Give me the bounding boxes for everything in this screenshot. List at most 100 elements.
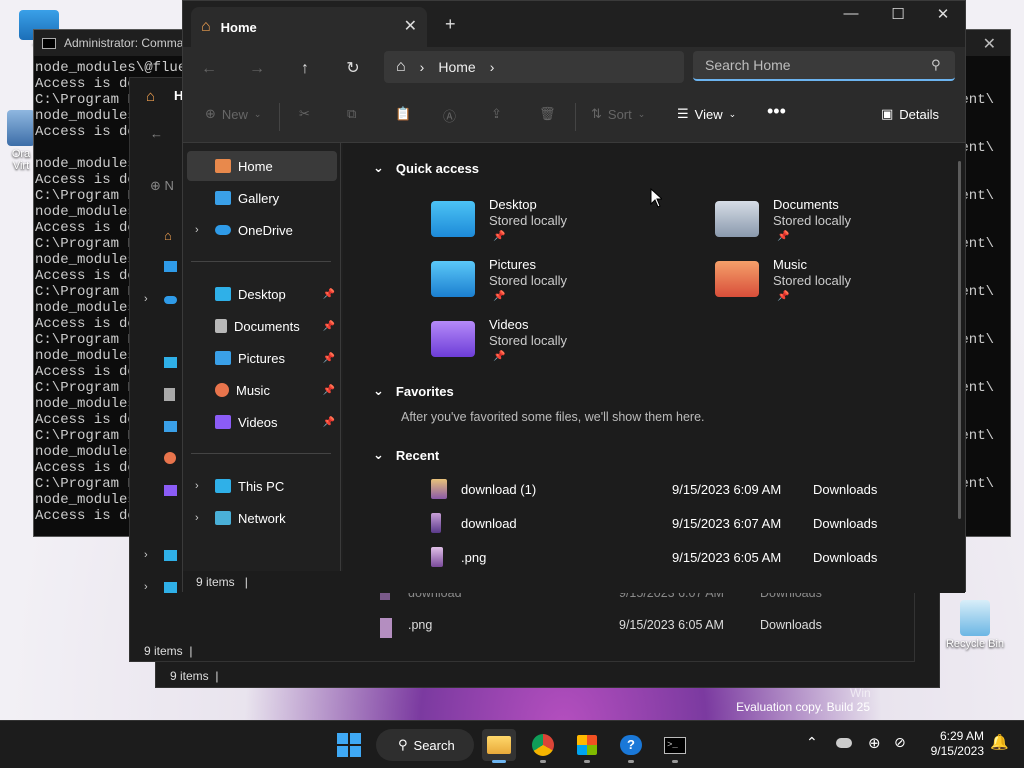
recent-row[interactable]: download 9/15/2023 6:07 AM Downloads xyxy=(431,511,901,535)
quick-access-videos[interactable]: Videos Stored locally 📌 xyxy=(431,317,681,373)
back-button[interactable]: ← xyxy=(195,55,223,83)
close-tab-icon[interactable]: ✕ xyxy=(404,16,417,36)
scrollbar[interactable] xyxy=(958,161,961,519)
cut-button[interactable]: ✂ xyxy=(299,106,310,122)
quick-access-music[interactable]: Music Stored locally 📌 xyxy=(715,257,965,313)
recycle-bin-icon xyxy=(960,600,990,636)
paste-button[interactable]: 📋 xyxy=(395,106,411,122)
sidebar-item-videos[interactable]: Videos 📌 xyxy=(187,407,337,437)
start-button[interactable] xyxy=(332,729,366,761)
tab-home[interactable]: ⌂ Home ✕ xyxy=(191,7,427,47)
title-bar[interactable]: ⌂ Home ✕ + — ☐ ✕ xyxy=(183,1,965,47)
quick-access-documents[interactable]: Documents Stored locally 📌 xyxy=(715,197,965,253)
rename-button[interactable]: Ⓐ xyxy=(443,106,456,125)
new-tab-button[interactable]: + xyxy=(445,14,456,35)
section-recent[interactable]: ⌄ Recent xyxy=(373,447,439,463)
pin-icon[interactable]: 📌 xyxy=(323,289,335,300)
recent-row[interactable]: .png 9/15/2023 6:05 AM Downloads xyxy=(431,545,901,569)
minimize-button[interactable]: — xyxy=(828,5,874,29)
folder-icon xyxy=(487,736,511,754)
mouse-cursor-icon xyxy=(650,188,662,208)
sidebar-item-home[interactable]: Home xyxy=(187,151,337,181)
pin-icon[interactable]: 📌 xyxy=(323,321,335,332)
sidebar-item-documents[interactable]: Documents 📌 xyxy=(187,311,337,341)
see-more-button[interactable]: ••• xyxy=(767,101,786,122)
sidebar-item-network[interactable]: › Network xyxy=(187,503,337,533)
details-button[interactable]: ▣ Details xyxy=(881,106,939,122)
sidebar-item-pictures[interactable]: Pictures 📌 xyxy=(187,343,337,373)
home-icon xyxy=(215,159,231,173)
search-box[interactable]: ⚲ xyxy=(693,51,955,81)
copy-button[interactable]: ⧉ xyxy=(347,106,356,122)
chevron-right-icon[interactable]: › xyxy=(195,480,199,492)
sidebar-item-this-pc[interactable]: › This PC xyxy=(187,471,337,501)
virtualbox-icon xyxy=(7,110,35,146)
chevron-right-icon[interactable]: › xyxy=(195,512,199,524)
search-input[interactable] xyxy=(705,57,915,73)
pin-icon: 📌 xyxy=(493,231,506,242)
image-file-icon xyxy=(431,479,447,499)
sidebar-item-gallery[interactable]: Gallery xyxy=(187,183,337,213)
delete-button[interactable]: 🗑 xyxy=(539,106,556,122)
videos-folder-icon xyxy=(431,321,475,357)
file-explorer-window[interactable]: ⌂ Home ✕ + — ☐ ✕ ← → ↑ ↻ ⌂ › Home › ⚲ ⊕N… xyxy=(182,0,966,593)
address-bar[interactable]: ⌂ › Home › xyxy=(384,51,684,83)
file-icon xyxy=(380,618,392,638)
chrome-taskbar-button[interactable] xyxy=(526,729,560,763)
chrome-icon xyxy=(532,734,554,756)
search-icon: ⚲ xyxy=(398,737,408,752)
breadcrumb-home[interactable]: Home xyxy=(438,59,475,75)
search-button[interactable]: ⚲ Search xyxy=(376,729,474,761)
sort-button[interactable]: ⇅ Sort ⌄ xyxy=(591,106,645,122)
sidebar-icon-pc xyxy=(164,550,177,561)
sidebar-item-desktop[interactable]: Desktop 📌 xyxy=(187,279,337,309)
refresh-button[interactable]: ↻ xyxy=(339,55,367,83)
file-explorer-taskbar-button[interactable] xyxy=(482,729,516,763)
close-icon[interactable]: ✕ xyxy=(983,34,996,54)
new-button[interactable]: ⊕ New ⌄ xyxy=(205,106,261,122)
taskbar: ⚲ Search ? >_ ⌃ ⊕ ⊘ 6:29 AM 9/15/2023 🔔 xyxy=(0,720,1024,768)
store-taskbar-button[interactable] xyxy=(570,729,604,763)
status-bar: 9 items | xyxy=(183,571,965,593)
terminal-taskbar-button[interactable]: >_ xyxy=(658,729,692,763)
chevron-down-icon[interactable]: ⌄ xyxy=(373,383,384,399)
notification-bell-icon[interactable]: 🔔 xyxy=(990,733,1009,751)
list-item[interactable]: .png 9/15/2023 6:05 AM Downloads xyxy=(380,618,822,638)
pin-icon[interactable]: 📌 xyxy=(323,353,335,364)
clock-date: 9/15/2023 xyxy=(930,744,984,758)
chevron-up-icon[interactable]: ⌃ xyxy=(806,734,818,751)
chevron-down-icon[interactable]: ⌄ xyxy=(373,447,384,463)
desktop-icon-recycle-bin[interactable]: Recycle Bin xyxy=(940,600,1010,650)
quick-access-pictures[interactable]: Pictures Stored locally 📌 xyxy=(431,257,681,313)
chevron-down-icon[interactable]: ⌄ xyxy=(373,160,384,176)
search-icon[interactable]: ⚲ xyxy=(931,57,941,73)
image-file-icon xyxy=(431,547,443,567)
chevron-right-icon[interactable]: › xyxy=(195,224,199,236)
pin-icon[interactable]: 📌 xyxy=(323,385,335,396)
pin-icon[interactable]: 📌 xyxy=(323,417,335,428)
maximize-button[interactable]: ☐ xyxy=(875,5,921,29)
chevron-right-icon: › xyxy=(144,293,148,305)
sidebar-item-onedrive[interactable]: › OneDrive xyxy=(187,215,337,245)
chevron-right-icon[interactable]: › xyxy=(490,59,495,75)
view-button[interactable]: ☰ View ⌄ xyxy=(677,106,736,122)
section-favorites[interactable]: ⌄ Favorites xyxy=(373,383,454,399)
videos-icon xyxy=(215,415,231,429)
home-icon: ⌂ xyxy=(201,18,211,35)
section-quick-access[interactable]: ⌄ Quick access xyxy=(373,160,479,176)
status-bar: 9 items | xyxy=(170,669,219,683)
language-icon[interactable]: ⊕ xyxy=(868,734,881,752)
quick-access-desktop[interactable]: Desktop Stored locally 📌 xyxy=(431,197,681,253)
sidebar-item-music[interactable]: Music 📌 xyxy=(187,375,337,405)
forward-button[interactable]: → xyxy=(243,55,271,83)
share-button[interactable]: ⇪ xyxy=(491,106,502,122)
clock[interactable]: 6:29 AM 9/15/2023 xyxy=(920,729,984,759)
up-button[interactable]: ↑ xyxy=(291,55,319,83)
get-help-taskbar-button[interactable]: ? xyxy=(614,729,648,763)
close-button[interactable]: ✕ xyxy=(920,5,966,29)
windows-logo-icon xyxy=(337,733,361,757)
documents-folder-icon xyxy=(715,201,759,237)
recent-row[interactable]: download (1) 9/15/2023 6:09 AM Downloads xyxy=(431,477,901,501)
network-status-icon[interactable]: ⊘ xyxy=(894,734,906,751)
onedrive-tray-icon[interactable] xyxy=(836,738,852,748)
